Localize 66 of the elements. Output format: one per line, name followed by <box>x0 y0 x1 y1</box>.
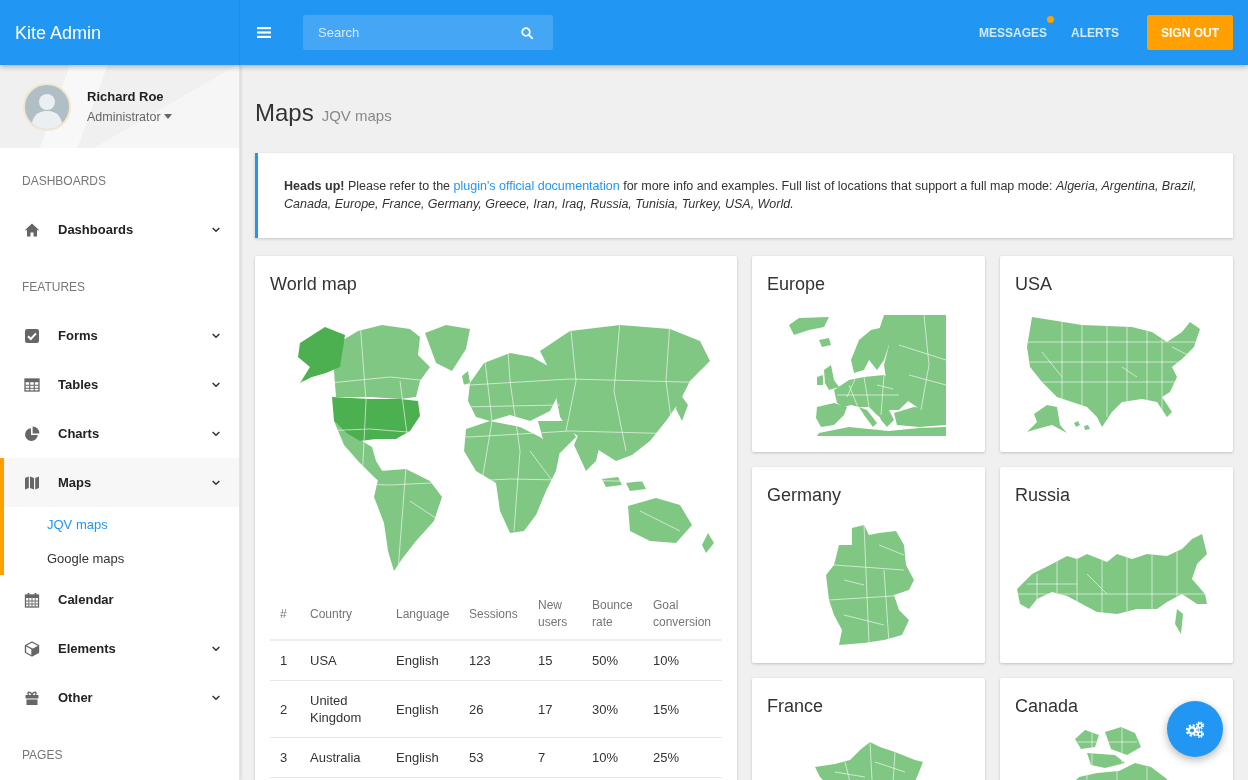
table-cell: 7 <box>528 737 582 778</box>
table-cell: 53 <box>459 737 528 778</box>
gift-icon <box>24 689 40 706</box>
menu-icon <box>257 27 271 38</box>
user-name: Richard Roe <box>87 88 165 105</box>
brand-title: Kite Admin <box>15 21 102 45</box>
table-cell: 26 <box>459 680 528 738</box>
table-cell: English <box>386 640 459 681</box>
table-header-cell: Bounce rate <box>582 589 643 640</box>
sidebar-heading: DASHBOARDS <box>21 173 108 190</box>
check-square-icon <box>24 327 40 344</box>
table-cell: 15% <box>643 680 722 738</box>
table-cell: 50% <box>582 640 643 681</box>
map-icon <box>24 474 40 491</box>
sidebar-subitem[interactable]: Google maps <box>0 541 239 575</box>
table-cell: 123 <box>459 640 528 681</box>
alert-text: Heads up! Please refer to the plugin's official documentation for more info and examples. Full list of locations that support a full map mode: Algeria, Argentina, Brazil, Canada, Europe, France, Germany, Greece, Iran, Iraq, Russia, Tunisia, Turkey, USA, World. <box>284 178 1198 213</box>
table-cell: USA <box>300 640 386 681</box>
table-cell: 1 <box>270 640 300 681</box>
sidebar-item[interactable]: Other <box>0 673 239 722</box>
search-icon <box>521 27 533 39</box>
table-header-cell: New users <box>528 589 582 640</box>
table-cell: United Kingdom <box>300 680 386 738</box>
table-icon <box>24 376 40 393</box>
sidebar-heading: FEATURES <box>21 279 87 296</box>
card-title: France <box>767 695 825 718</box>
sidebar-heading: PAGES <box>21 747 64 764</box>
sidebar-item[interactable]: Maps <box>0 458 239 507</box>
card-title: USA <box>1015 273 1053 296</box>
cube-icon <box>24 640 40 657</box>
pie-chart-icon <box>24 425 40 442</box>
sidebar-item[interactable]: Forms <box>0 311 239 360</box>
table-header-cell: Country <box>300 589 386 640</box>
caret-icon <box>163 114 172 119</box>
table-header-cell: Goal conversion <box>643 589 722 640</box>
table-cell: 15 <box>528 640 582 681</box>
settings-icon <box>1185 720 1205 738</box>
calendar-icon <box>24 591 40 608</box>
card-title: Canada <box>1015 695 1080 718</box>
table-cell: 30% <box>582 680 643 738</box>
page-subtitle: JQV maps <box>321 107 392 124</box>
table-cell: Australia <box>300 737 386 778</box>
table-cell: 3 <box>270 737 300 778</box>
table-header-cell: Language <box>386 589 459 640</box>
table-cell: 25% <box>643 737 722 778</box>
role-dropdown[interactable]: Administrator <box>87 108 172 125</box>
card-title: Russia <box>1015 484 1072 507</box>
card-title: Germany <box>767 484 843 507</box>
table-header-cell: Sessions <box>459 589 528 640</box>
table-cell: 2 <box>270 680 300 738</box>
sidebar-item[interactable]: Tables <box>0 360 239 409</box>
card-title: Europe <box>767 273 827 296</box>
avatar-icon <box>23 82 71 131</box>
table-cell: English <box>386 680 459 738</box>
table-cell: 10% <box>582 737 643 778</box>
sidebar-item[interactable]: Calendar <box>0 575 239 624</box>
home-icon <box>24 221 40 238</box>
table-cell: English <box>386 737 459 778</box>
sidebar-item[interactable]: Charts <box>0 409 239 458</box>
table-cell: 17 <box>528 680 582 738</box>
table-cell: 10% <box>643 640 722 681</box>
sidebar-item[interactable]: Elements <box>0 624 239 673</box>
sidebar-item[interactable]: Dashboards <box>0 205 239 254</box>
table-header-cell: # <box>270 589 300 640</box>
page-title: Maps <box>255 98 314 128</box>
card-title: World map <box>270 273 358 296</box>
